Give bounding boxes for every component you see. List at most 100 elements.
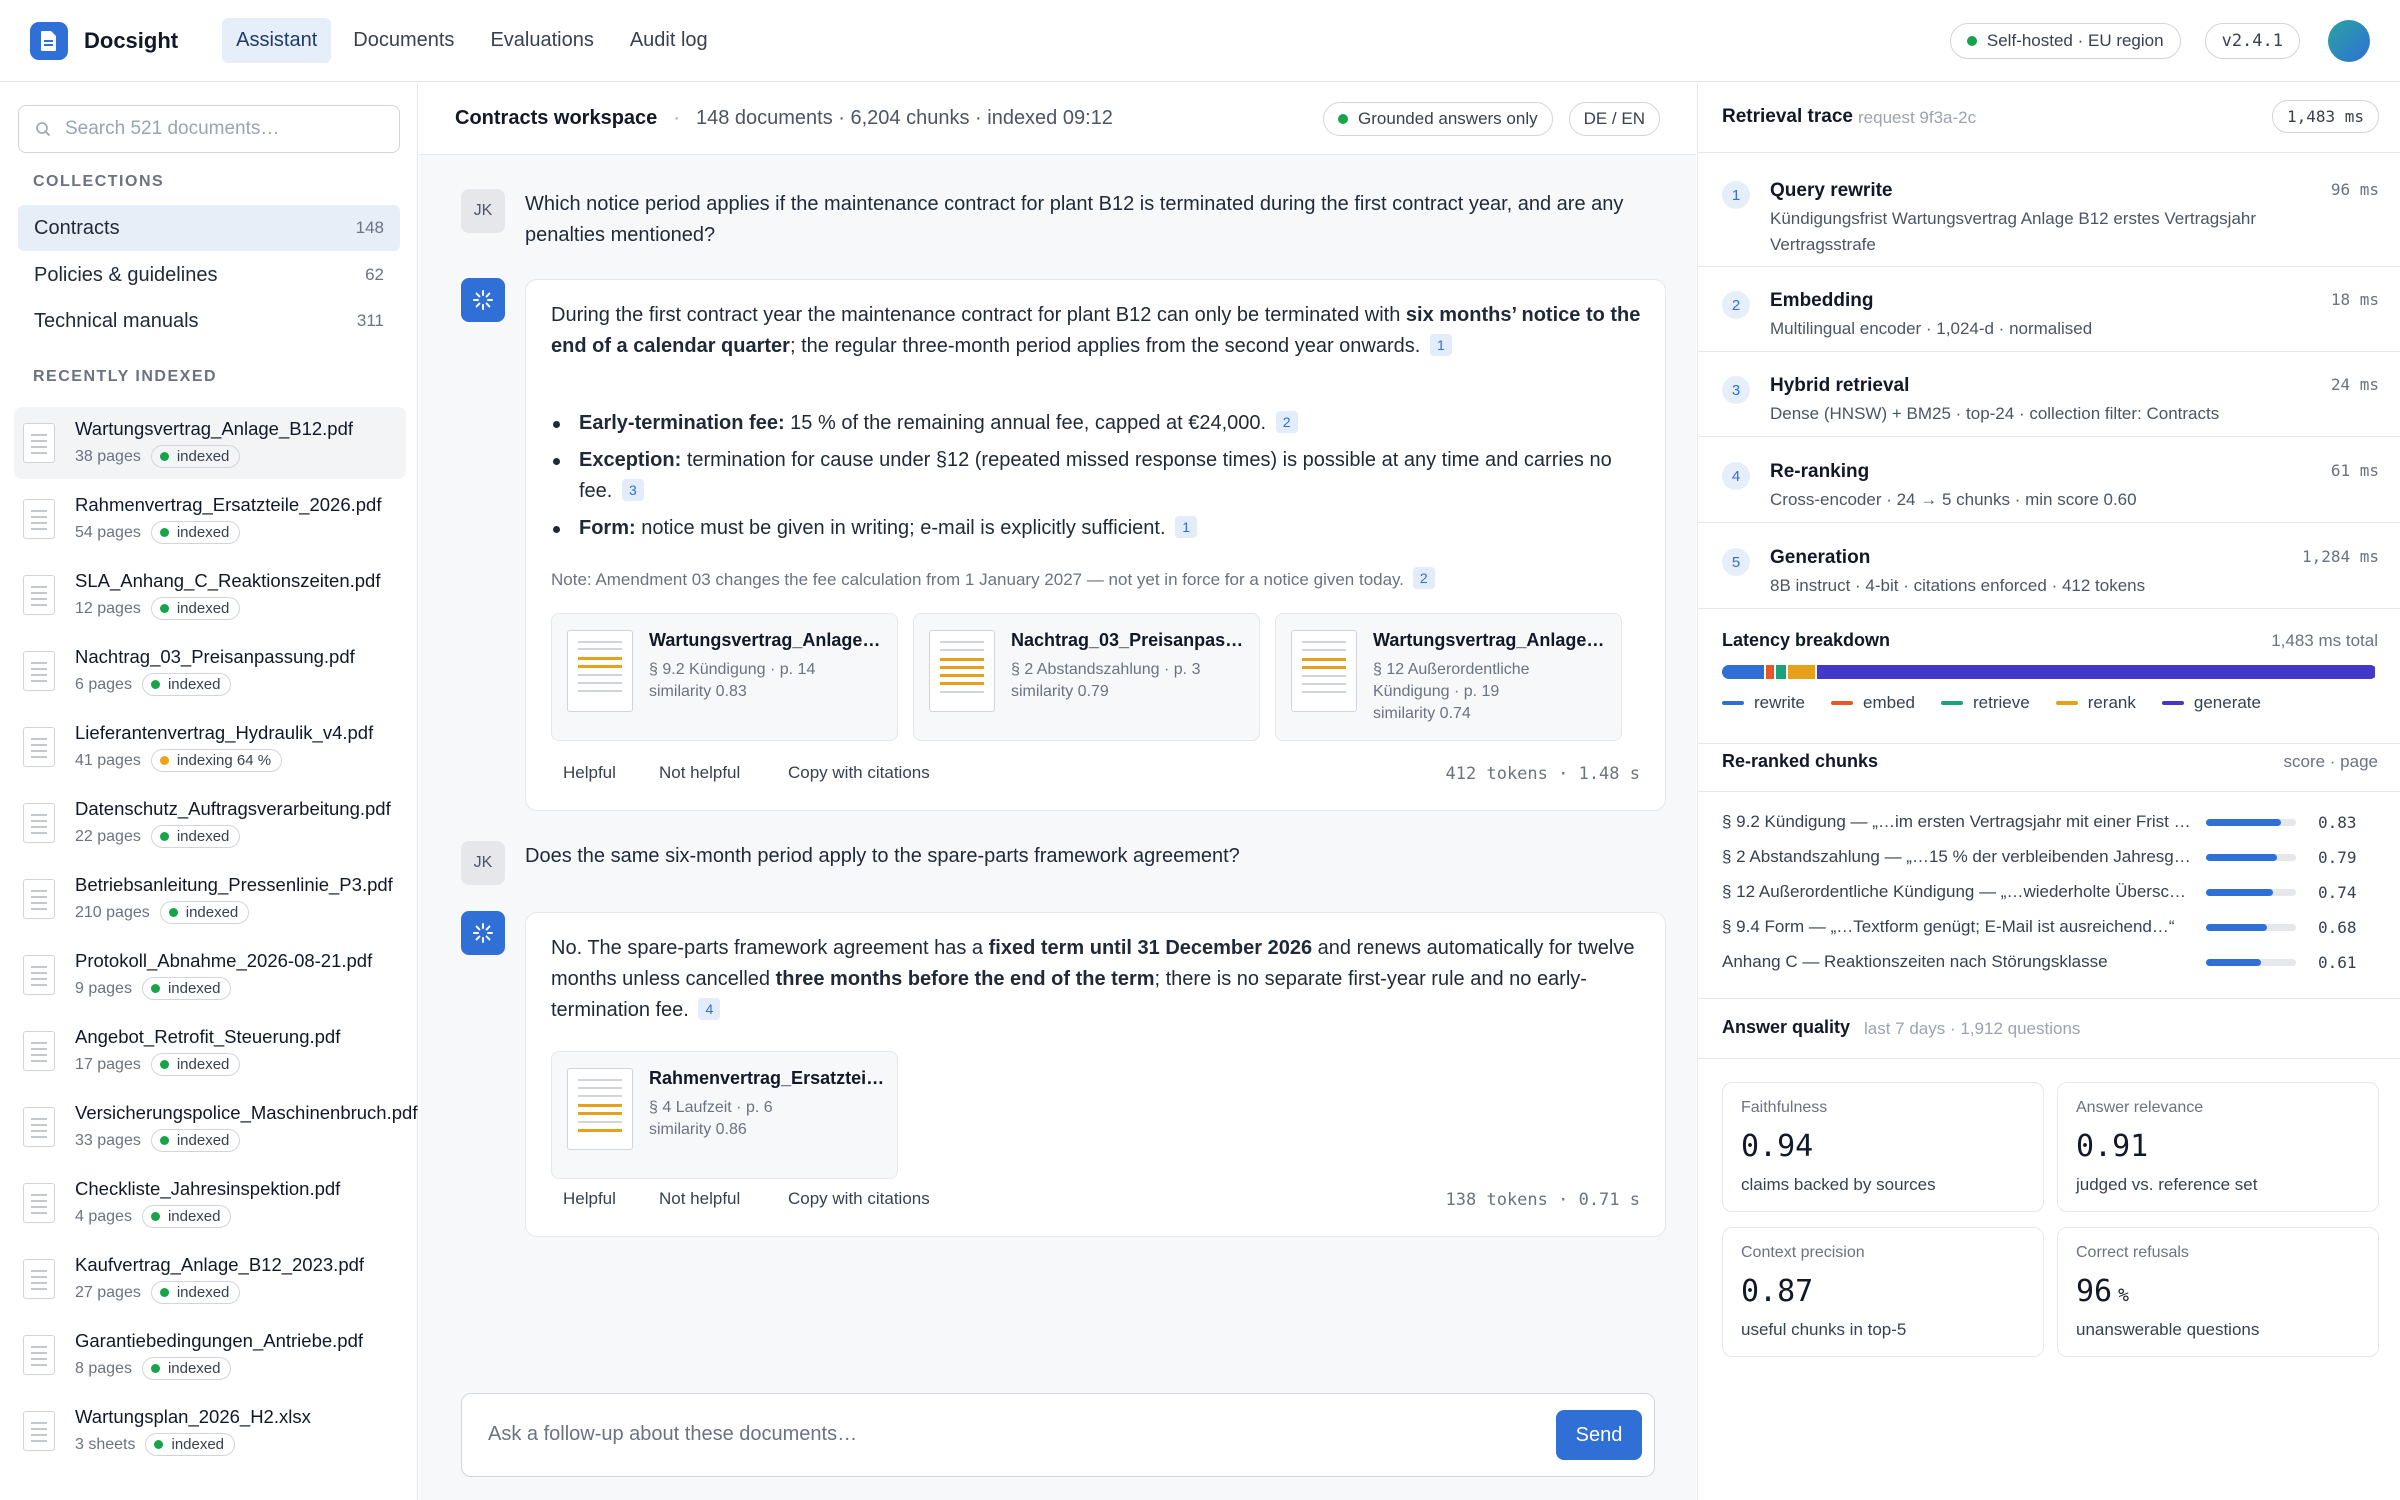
reranked-chunk-row[interactable]: § 2 Abstandszahlung — „…15 % der verblei… bbox=[1722, 845, 2382, 869]
document-list-item[interactable]: Angebot_Retrofit_Steuerung.pdf 17 pages in… bbox=[14, 1015, 406, 1087]
metric-value: 0.94 bbox=[1741, 1129, 1813, 1164]
helpful-button[interactable]: Helpful bbox=[563, 763, 616, 783]
trace-step[interactable]: 2 Embedding Multilingual encoder · 1,024… bbox=[1698, 267, 2400, 352]
not-helpful-button[interactable]: Not helpful bbox=[659, 763, 740, 783]
trace-step[interactable]: 1 Query rewrite Kündigungsfrist Wartungs… bbox=[1698, 153, 2400, 267]
answer-bold-text: three months before the end of the term bbox=[775, 968, 1155, 990]
reranked-chunk-row[interactable]: § 9.2 Kündigung — „…im ersten Vertragsja… bbox=[1722, 810, 2382, 834]
citation-badge[interactable]: 4 bbox=[698, 998, 721, 1020]
status-dot-icon bbox=[168, 908, 178, 917]
nav-tab-assistant[interactable]: Assistant bbox=[222, 18, 332, 63]
source-card[interactable]: Wartungsvertrag_Anlage_B12.pdf § 12 Auße… bbox=[1275, 613, 1622, 741]
document-list-item[interactable]: Wartungsplan_2026_H2.xlsx 3 sheets indexed bbox=[14, 1395, 406, 1467]
status-dot-icon bbox=[150, 1212, 160, 1221]
assistant-answer-card: No. The spare-parts framework agreement … bbox=[525, 912, 1666, 1237]
token-stats: 138 tokens · 0.71 s bbox=[1445, 1190, 1640, 1210]
status-label: indexed bbox=[176, 448, 230, 465]
citation-badge[interactable]: 3 bbox=[621, 479, 644, 501]
citation-badge[interactable]: 1 bbox=[1175, 516, 1198, 538]
reranked-chunk-row[interactable]: § 12 Außerordentliche Kündigung — „…wied… bbox=[1722, 880, 2382, 904]
document-list-item[interactable]: Versicherungspolice_Maschinenbruch.pdf 33… bbox=[14, 1091, 417, 1163]
document-info: Versicherungspolice_Maschinenbruch.pdf 33… bbox=[75, 1102, 417, 1152]
score-bar-track bbox=[2206, 924, 2296, 931]
document-list-item[interactable]: Betriebsanleitung_Pressenlinie_P3.pdf 210… bbox=[14, 863, 406, 935]
document-list-item[interactable]: Rahmenvertrag_Ersatzteile_2026.pdf 54 pag… bbox=[14, 483, 406, 555]
source-card[interactable]: Nachtrag_03_Preisanpassung.pdf § 2 Absta… bbox=[913, 613, 1260, 741]
citation-badge[interactable]: 2 bbox=[1412, 567, 1435, 589]
file-icon bbox=[23, 499, 55, 539]
index-status-badge: indexed bbox=[150, 521, 241, 544]
document-list-item[interactable]: Nachtrag_03_Preisanpassung.pdf 6 pages ind… bbox=[14, 635, 406, 707]
status-label: indexed bbox=[167, 676, 221, 693]
trace-step[interactable]: 4 Re-ranking Cross-encoder · 24 → 5 chun… bbox=[1698, 437, 2400, 523]
chat-panel: Contracts workspace · 148 documents · 6,… bbox=[419, 83, 1696, 1500]
score-bar-fill bbox=[2206, 959, 2261, 966]
document-list-item[interactable]: SLA_Anhang_C_Reaktionszeiten.pdf 12 pages… bbox=[14, 559, 406, 631]
collection-count: 62 bbox=[365, 265, 384, 284]
nav-tab-evaluations[interactable]: Evaluations bbox=[476, 18, 607, 63]
collection-technical-manuals[interactable]: Technical manuals 311 bbox=[18, 298, 400, 344]
chunk-score: 0.61 bbox=[2318, 952, 2357, 972]
answer-text: No. The spare-parts framework agreement … bbox=[551, 937, 989, 959]
document-pages: 4 pages bbox=[75, 1207, 132, 1225]
trace-step[interactable]: 5 Generation 8B instruct · 4-bit · citat… bbox=[1698, 523, 2400, 609]
reranked-chunk-row[interactable]: § 9.4 Form — „…Textform genügt; E-Mail i… bbox=[1722, 915, 2382, 939]
chunk-text: § 9.2 Kündigung — „…im ersten Vertragsja… bbox=[1722, 812, 2192, 831]
latency-segment-retrieve bbox=[1775, 665, 1786, 679]
document-list-item[interactable]: Datenschutz_Auftragsverarbeitung.pdf 22 p… bbox=[14, 787, 406, 859]
document-meta: 4 pages indexed bbox=[75, 1205, 340, 1228]
metric-number: 0.91 bbox=[2076, 1129, 2149, 1164]
legend-swatch-icon bbox=[2055, 701, 2078, 705]
legend-item: retrieve bbox=[1941, 693, 2030, 713]
docsight-logo-icon[interactable] bbox=[30, 21, 68, 60]
document-pages: 12 pages bbox=[75, 599, 141, 617]
citation-badge[interactable]: 1 bbox=[1429, 334, 1452, 356]
helpful-button[interactable]: Helpful bbox=[563, 1189, 616, 1209]
copy-with-citations-button[interactable]: Copy with citations bbox=[788, 1189, 930, 1209]
followup-input[interactable]: Ask a follow-up about these documents… S… bbox=[461, 1393, 1655, 1477]
composer-placeholder: Ask a follow-up about these documents… bbox=[488, 1423, 858, 1445]
copy-with-citations-button[interactable]: Copy with citations bbox=[788, 763, 930, 783]
send-button[interactable]: Send bbox=[1556, 1410, 1642, 1460]
step-title: Embedding bbox=[1770, 290, 1874, 311]
index-status-badge: indexed bbox=[150, 597, 241, 620]
source-title: Rahmenvertrag_Ersatzteile_2026.pdf bbox=[649, 1068, 885, 1088]
trace-step[interactable]: 3 Hybrid retrieval Dense (HNSW) + BM25 ·… bbox=[1698, 352, 2400, 437]
latency-segment-embed bbox=[1765, 665, 1774, 679]
document-list-item[interactable]: Checkliste_Jahresinspektion.pdf 4 pages in… bbox=[14, 1167, 406, 1239]
document-list-item[interactable]: Protokoll_Abnahme_2026-08-21.pdf 9 pages i… bbox=[14, 939, 406, 1011]
collection-contracts[interactable]: Contracts 148 bbox=[18, 205, 400, 251]
metric-value: 0.87 bbox=[1741, 1274, 1813, 1309]
grounded-toggle[interactable]: Grounded answers only bbox=[1323, 101, 1553, 136]
nav-tab-audit-log[interactable]: Audit log bbox=[616, 18, 722, 63]
source-loc: § 12 Außerordentliche Kündigung · p. 19 bbox=[1373, 661, 1530, 700]
bullet-label: Early-termination fee: bbox=[579, 412, 785, 434]
metric-number: 0.94 bbox=[1741, 1129, 1814, 1164]
bullet-text: termination for cause under §12 (repeate… bbox=[579, 449, 1612, 502]
document-list-item[interactable]: Garantiebedingungen_Antriebe.pdf 8 pages i… bbox=[14, 1319, 406, 1391]
bullet-icon bbox=[553, 458, 560, 465]
file-icon bbox=[23, 575, 55, 615]
citation-badge[interactable]: 2 bbox=[1275, 411, 1298, 433]
document-list-item[interactable]: Lieferantenvertrag_Hydraulik_v4.pdf 41 pa… bbox=[14, 711, 406, 783]
document-info: SLA_Anhang_C_Reaktionszeiten.pdf 12 pages… bbox=[75, 570, 380, 620]
document-list-item[interactable]: Wartungsvertrag_Anlage_B12.pdf 38 pages in… bbox=[14, 407, 406, 479]
user-avatar[interactable] bbox=[2328, 19, 2370, 62]
reranked-chunk-row[interactable]: Anhang C — Reaktionszeiten nach Störungs… bbox=[1722, 950, 2382, 974]
document-pages: 9 pages bbox=[75, 979, 132, 997]
latency-segment-generate bbox=[1816, 665, 2375, 679]
not-helpful-button[interactable]: Not helpful bbox=[659, 1189, 740, 1209]
status-dot-icon bbox=[159, 528, 169, 537]
nav-tab-documents[interactable]: Documents bbox=[339, 18, 468, 63]
source-card[interactable]: Rahmenvertrag_Ersatzteile_2026.pdf § 4 L… bbox=[551, 1051, 898, 1179]
language-toggle[interactable]: DE / EN bbox=[1568, 101, 1660, 136]
document-name: Nachtrag_03_Preisanpassung.pdf bbox=[75, 646, 355, 667]
document-pages: 17 pages bbox=[75, 1055, 141, 1073]
collection-policies[interactable]: Policies & guidelines 62 bbox=[18, 252, 400, 298]
source-card[interactable]: Wartungsvertrag_Anlage_B12.pdf § 9.2 Kün… bbox=[551, 613, 898, 741]
document-name: Datenschutz_Auftragsverarbeitung.pdf bbox=[75, 798, 391, 819]
search-input[interactable]: Search 521 documents… bbox=[18, 105, 400, 153]
document-thumbnail-icon bbox=[567, 1068, 633, 1150]
legend-swatch-icon bbox=[1941, 701, 1963, 705]
document-list-item[interactable]: Kaufvertrag_Anlage_B12_2023.pdf 27 pages i… bbox=[14, 1243, 406, 1315]
